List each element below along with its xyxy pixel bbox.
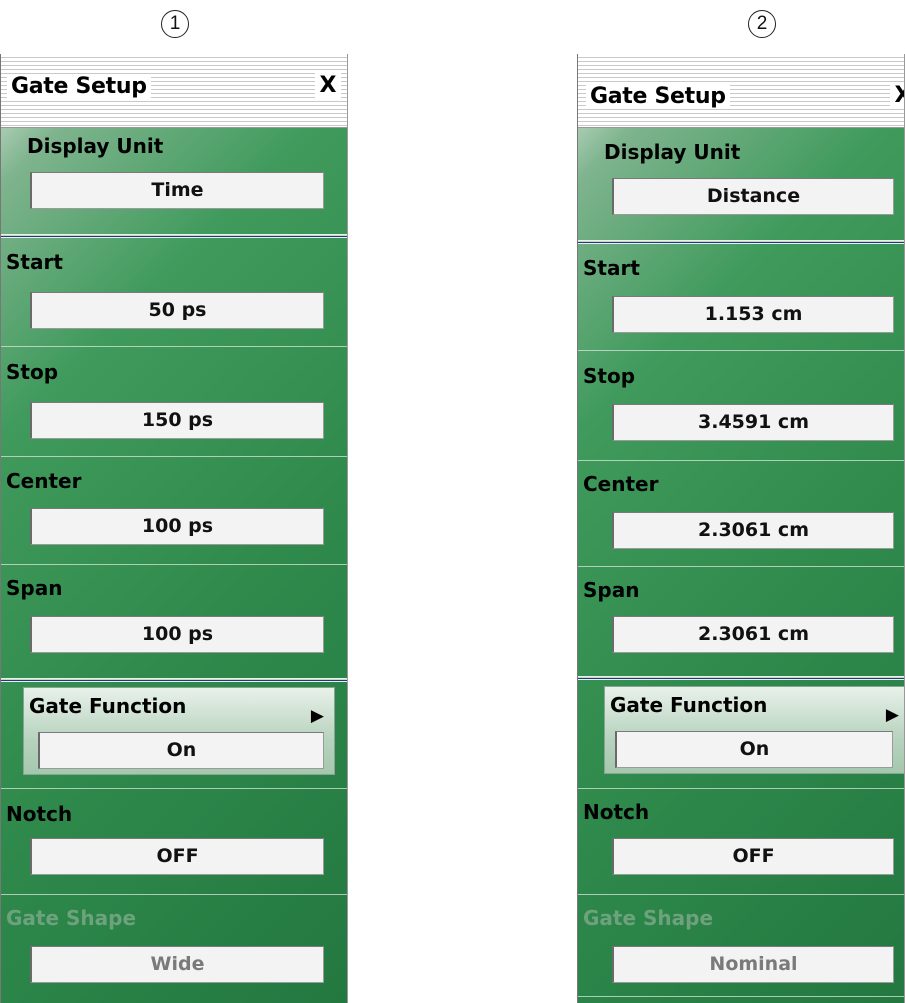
callout-2: 2 [748,10,776,38]
divider [578,566,904,567]
section-divider [1,678,347,682]
panel-title: Gate Setup [586,84,730,109]
divider [578,350,904,351]
span-label: Span [583,578,640,602]
panel-title: Gate Setup [7,74,151,99]
display-unit-label: Display Unit [27,134,164,158]
start-label: Start [6,250,63,274]
divider [578,894,904,895]
stop-label: Stop [6,360,59,384]
stop-field[interactable]: 150 ps [30,402,324,439]
gate-setup-panel-distance: Gate Setup X Display Unit Distance Start… [577,54,905,1003]
divider [578,788,904,789]
divider [1,564,347,565]
notch-field[interactable]: OFF [30,838,324,875]
start-field[interactable]: 1.153 cm [612,296,894,333]
divider [1,788,347,789]
divider [578,460,904,461]
gate-setup-panel-time: Gate Setup X Display Unit Time Start 50 … [0,54,348,1003]
display-unit-button[interactable]: Time [30,172,324,209]
notch-label: Notch [583,800,650,824]
center-label: Center [583,472,659,496]
gate-function-button[interactable]: Gate Function ▶ On [23,687,335,775]
divider [1,456,347,457]
span-field[interactable]: 2.3061 cm [612,616,894,653]
gate-shape-field: Wide [30,946,324,983]
notch-label: Notch [6,802,73,826]
notch-field[interactable]: OFF [612,838,894,875]
divider [578,996,904,997]
close-button[interactable]: X [890,83,904,108]
display-unit-button[interactable]: Distance [612,178,894,215]
submenu-arrow-icon: ▶ [310,706,324,726]
gate-function-value: On [615,731,893,768]
gate-function-button[interactable]: Gate Function ▶ On [604,686,904,774]
center-field[interactable]: 100 ps [30,508,324,545]
section-divider [578,240,904,244]
divider [1,346,347,347]
section-divider [1,234,347,238]
span-field[interactable]: 100 ps [30,616,324,653]
gate-function-label: Gate Function [610,693,768,717]
center-label: Center [6,469,82,493]
gate-shape-field: Nominal [612,946,894,983]
panel-titlebar: Gate Setup X [578,54,904,128]
gate-shape-label: Gate Shape [583,906,714,930]
section-divider [578,676,904,680]
panel-titlebar: Gate Setup X [1,54,347,128]
divider [1,894,347,895]
display-unit-label: Display Unit [604,140,741,164]
stop-field[interactable]: 3.4591 cm [612,404,894,441]
close-button[interactable]: X [315,73,341,98]
callout-1: 1 [161,10,189,38]
start-field[interactable]: 50 ps [30,292,324,329]
gate-function-value: On [38,732,324,769]
submenu-arrow-icon: ▶ [885,705,899,725]
gate-shape-label: Gate Shape [6,906,137,930]
span-label: Span [6,576,63,600]
gate-function-label: Gate Function [29,694,187,718]
stop-label: Stop [583,364,636,388]
center-field[interactable]: 2.3061 cm [612,512,894,549]
start-label: Start [583,256,640,280]
